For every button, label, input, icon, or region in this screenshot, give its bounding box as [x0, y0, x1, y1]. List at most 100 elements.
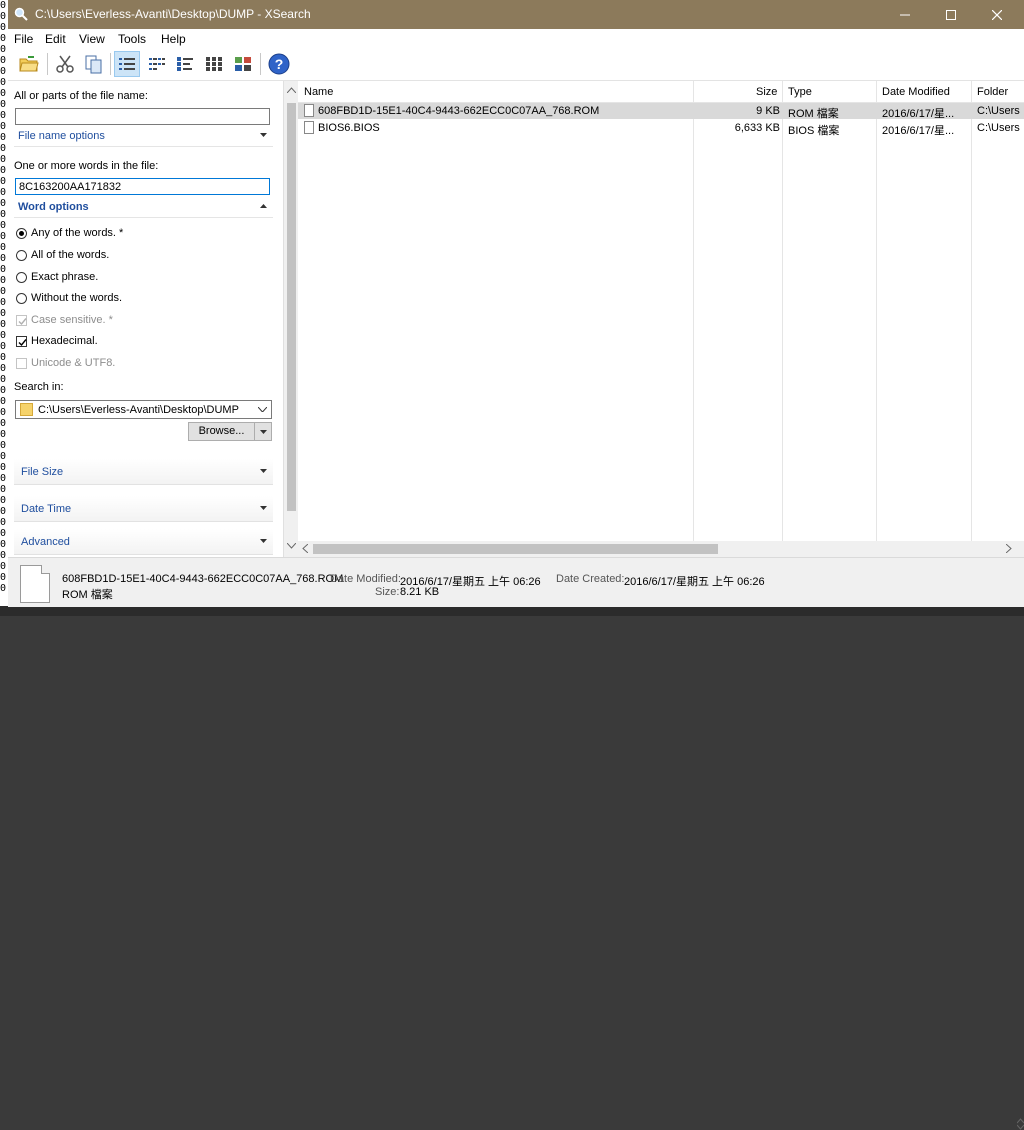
radio-any-words[interactable]: Any of the words. *: [16, 226, 123, 240]
advanced-section[interactable]: Advanced: [14, 529, 273, 555]
menu-bar: File Edit View Tools Help: [8, 29, 1024, 48]
background-glyph: 0: [0, 440, 7, 451]
column-divider: [971, 81, 972, 541]
radio-dot: [16, 249, 27, 261]
chevron-down-icon: [260, 133, 267, 137]
maximize-button[interactable]: [928, 0, 974, 29]
background-glyph: 0: [0, 550, 7, 561]
result-folder: C:\Users: [977, 122, 1020, 134]
large-icons-view-button[interactable]: [201, 51, 227, 77]
radio-all-words[interactable]: All of the words.: [16, 248, 109, 262]
browse-button[interactable]: Browse...: [188, 422, 255, 441]
menu-edit[interactable]: Edit: [45, 32, 66, 46]
date-time-section[interactable]: Date Time: [14, 496, 273, 522]
background-glyph: 0: [0, 462, 7, 473]
background-glyph: 0: [0, 0, 7, 11]
menu-view[interactable]: View: [79, 32, 105, 46]
hexadecimal-checkbox[interactable]: Hexadecimal.: [16, 334, 98, 348]
results-horizontal-scrollbar[interactable]: [298, 541, 1024, 557]
file-size-section[interactable]: File Size: [14, 459, 273, 485]
small-icons-view-button[interactable]: [172, 51, 198, 77]
help-button[interactable]: ?: [266, 51, 292, 77]
background-glyph: 0: [0, 264, 7, 275]
checkbox-box: [16, 335, 27, 347]
checkbox-box: [16, 357, 27, 369]
word-options-section[interactable]: Word options: [14, 199, 273, 218]
date-time-title: Date Time: [21, 503, 72, 515]
result-row[interactable]: 608FBD1D-15E1-40C4-9443-662ECC0C07AA_768…: [298, 103, 1024, 120]
scroll-up-icon[interactable]: [1017, 1118, 1024, 1130]
column-date-modified[interactable]: Date Modified: [882, 86, 950, 98]
background-glyph: 0: [0, 506, 7, 517]
minimize-button[interactable]: [882, 0, 928, 29]
file-icon: [304, 104, 314, 117]
background-glyph: 0: [0, 77, 7, 88]
background-glyph: 0: [0, 209, 7, 220]
background-glyph: 0: [0, 385, 7, 396]
scroll-up-icon[interactable]: [287, 87, 296, 93]
scroll-right-icon[interactable]: [1006, 544, 1012, 553]
list-view-button[interactable]: [144, 51, 170, 77]
column-name[interactable]: Name: [304, 86, 333, 98]
chevron-down-icon: [259, 429, 267, 434]
column-divider: [782, 81, 783, 541]
filename-options-section[interactable]: File name options: [14, 128, 273, 147]
search-in-label: Search in:: [14, 381, 64, 393]
result-row[interactable]: BIOS6.BIOS 6,633 KB BIOS 檔案 2016/6/17/星.…: [298, 120, 1024, 137]
browse-dropdown-button[interactable]: [254, 422, 272, 441]
folder-icon: [20, 403, 33, 416]
background-glyph: 0: [0, 55, 7, 66]
result-size: 6,633 KB: [734, 122, 780, 134]
checkbox-box: [16, 314, 27, 326]
file-size-title: File Size: [21, 466, 64, 478]
radio-label: Exact phrase.: [31, 271, 99, 283]
details-view-button[interactable]: [114, 51, 140, 77]
chevron-down-icon: [260, 539, 267, 543]
radio-without-words[interactable]: Without the words.: [16, 291, 122, 305]
help-icon: ?: [268, 53, 290, 75]
file-icon: [304, 121, 314, 134]
result-name: 608FBD1D-15E1-40C4-9443-662ECC0C07AA_768…: [318, 105, 600, 117]
column-folder[interactable]: Folder: [977, 86, 1008, 98]
close-button[interactable]: [974, 0, 1020, 29]
words-input[interactable]: [15, 178, 270, 195]
checkmark-icon: [18, 338, 27, 346]
word-options-title: Word options: [18, 201, 89, 213]
scrollbar-thumb[interactable]: [287, 103, 296, 511]
background-glyph: 0: [0, 374, 7, 385]
scrollbar-thumb[interactable]: [313, 544, 718, 554]
menu-tools[interactable]: Tools: [118, 32, 146, 46]
background-glyph: 0: [0, 363, 7, 374]
background-window-strip: 0000000000000000000000000000000000000000…: [0, 0, 8, 616]
scroll-left-icon[interactable]: [302, 544, 308, 553]
minimize-icon: [900, 14, 910, 15]
radio-exact-phrase[interactable]: Exact phrase.: [16, 270, 98, 284]
checkbox-label: Hexadecimal.: [31, 335, 98, 347]
case-sensitive-checkbox[interactable]: Case sensitive. *: [16, 313, 113, 327]
column-size[interactable]: Size: [756, 86, 777, 98]
status-date-created-value: 2016/6/17/星期五 上午 06:26: [624, 576, 765, 588]
cut-button[interactable]: [52, 51, 78, 77]
tiles-view-icon: [235, 57, 251, 71]
menu-help[interactable]: Help: [161, 32, 186, 46]
copy-button[interactable]: [81, 51, 107, 77]
column-type[interactable]: Type: [788, 86, 812, 98]
open-folder-button[interactable]: [16, 51, 42, 77]
search-panel-scrollbar[interactable]: [283, 81, 299, 557]
background-glyph: 0: [0, 275, 7, 286]
background-glyph: 0: [0, 66, 7, 77]
maximize-icon: [946, 9, 956, 20]
search-panel: All or parts of the file name: File name…: [8, 81, 284, 557]
tiles-view-button[interactable]: [230, 51, 256, 77]
background-glyph: 0: [0, 539, 7, 550]
search-in-value: C:\Users\Everless-Avanti\Desktop\DUMP: [38, 404, 239, 416]
words-label: One or more words in the file:: [14, 160, 159, 172]
background-glyph: 0: [0, 561, 7, 572]
background-desktop-strip: [0, 606, 1024, 616]
search-in-combo[interactable]: C:\Users\Everless-Avanti\Desktop\DUMP: [15, 400, 272, 419]
menu-file[interactable]: File: [14, 32, 33, 46]
scroll-down-icon[interactable]: [287, 543, 296, 549]
background-glyph: 0: [0, 121, 7, 132]
unicode-checkbox[interactable]: Unicode & UTF8.: [16, 356, 115, 370]
filename-input[interactable]: [15, 108, 270, 125]
